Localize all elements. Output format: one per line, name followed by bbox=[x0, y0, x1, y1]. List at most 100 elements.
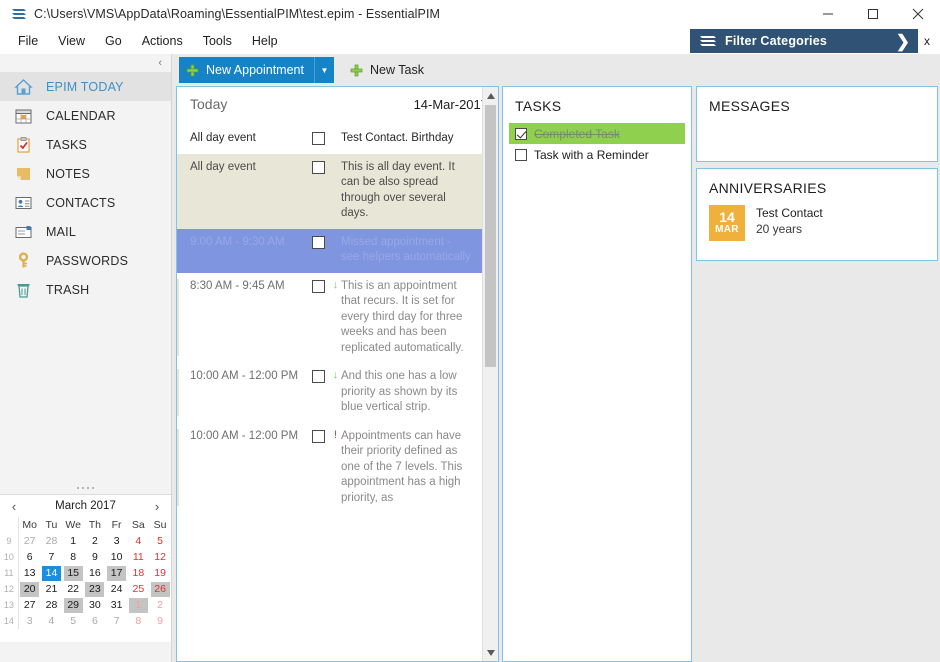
prev-month-button[interactable]: ‹ bbox=[6, 499, 22, 514]
calendar-day-cell[interactable]: 18 bbox=[127, 565, 149, 581]
sidebar-collapse-button[interactable]: ‹ bbox=[0, 54, 171, 72]
menu-item-file[interactable]: File bbox=[8, 31, 48, 51]
calendar-day-cell[interactable]: 8 bbox=[62, 549, 84, 565]
week-number[interactable]: 13 bbox=[0, 597, 19, 613]
sidebar-item-passwords[interactable]: PASSWORDS bbox=[0, 246, 171, 275]
calendar-day-cell[interactable]: 5 bbox=[62, 613, 84, 629]
task-checkbox[interactable] bbox=[515, 148, 527, 161]
calendar-day-cell[interactable]: 25 bbox=[127, 581, 149, 597]
appointment-row[interactable]: All day event Test Contact. Birthday bbox=[177, 125, 482, 154]
sidebar-splitter[interactable] bbox=[0, 482, 171, 494]
sidebar-item-epim-today[interactable]: EPIM TODAY bbox=[0, 72, 171, 101]
appointment-checkbox[interactable] bbox=[312, 279, 325, 293]
filter-close-icon[interactable]: x bbox=[918, 29, 936, 53]
menu-item-tools[interactable]: Tools bbox=[193, 31, 242, 51]
week-number[interactable]: 9 bbox=[0, 533, 19, 549]
calendar-day-cell[interactable]: 20 bbox=[18, 581, 40, 597]
appointment-row[interactable]: 10:00 AM - 12:00 PM ↓ And this one has a l… bbox=[177, 363, 482, 423]
task-row[interactable]: Task with a Reminder bbox=[509, 144, 685, 165]
calendar-day-cell[interactable]: 4 bbox=[127, 533, 149, 549]
sidebar-item-mail[interactable]: MAIL bbox=[0, 217, 171, 246]
week-number[interactable]: 11 bbox=[0, 565, 19, 581]
calendar-day-cell[interactable]: 7 bbox=[41, 549, 63, 565]
anniversary-row[interactable]: 14 MAR Test Contact 20 years bbox=[697, 205, 937, 241]
appointment-row[interactable]: 9:00 AM - 9:30 AM Missed appointment - se… bbox=[177, 228, 482, 273]
calendar-day-cell[interactable]: 1 bbox=[62, 533, 84, 549]
appointment-checkbox[interactable] bbox=[312, 429, 325, 443]
calendar-day-cell[interactable]: 13 bbox=[18, 565, 40, 581]
sidebar-item-contacts[interactable]: CONTACTS bbox=[0, 188, 171, 217]
appointment-checkbox[interactable] bbox=[312, 132, 325, 145]
appointment-row[interactable]: 10:00 AM - 12:00 PM! Appointments can hav… bbox=[177, 422, 482, 513]
calendar-day-cell[interactable]: 19 bbox=[149, 565, 171, 581]
appointment-checkbox[interactable] bbox=[312, 160, 325, 174]
calendar-day-cell[interactable]: 29 bbox=[62, 597, 84, 613]
calendar-day-cell[interactable]: 9 bbox=[149, 613, 171, 629]
calendar-day-cell[interactable]: 28 bbox=[41, 533, 63, 549]
new-appointment-dropdown-button[interactable]: ▼ bbox=[313, 57, 334, 83]
appointments-scrollbar[interactable] bbox=[482, 87, 498, 661]
calendar-day-cell[interactable]: 23 bbox=[84, 581, 106, 597]
menu-item-help[interactable]: Help bbox=[242, 31, 288, 51]
chevron-right-icon[interactable]: ❯ bbox=[896, 33, 910, 50]
calendar-day-cell[interactable]: 27 bbox=[18, 597, 40, 613]
week-number[interactable]: 10 bbox=[0, 549, 19, 565]
menu-item-go[interactable]: Go bbox=[95, 31, 132, 51]
appointment-checkbox[interactable] bbox=[312, 235, 325, 249]
appointment-row[interactable]: 8:30 AM - 9:45 AM ↓ This is an appointment… bbox=[177, 272, 482, 363]
calendar-day-cell[interactable]: 24 bbox=[106, 581, 128, 597]
next-month-button[interactable]: › bbox=[149, 499, 165, 514]
calendar-day-cell[interactable]: 30 bbox=[84, 597, 106, 613]
calendar-day-cell[interactable]: 11 bbox=[127, 549, 149, 565]
calendar-day-cell[interactable]: 9 bbox=[84, 549, 106, 565]
calendar-day-cell[interactable]: 2 bbox=[84, 533, 106, 549]
calendar-day-cell[interactable]: 12 bbox=[149, 549, 171, 565]
calendar-day-cell[interactable]: 6 bbox=[84, 613, 106, 629]
calendar-day-cell[interactable]: 10 bbox=[106, 549, 128, 565]
menu-item-view[interactable]: View bbox=[48, 31, 95, 51]
calendar-day-cell[interactable]: 26 bbox=[149, 581, 171, 597]
calendar-day-cell[interactable]: 21 bbox=[41, 581, 63, 597]
calendar-day-number: 28 bbox=[45, 598, 58, 611]
appointment-checkbox[interactable] bbox=[312, 370, 325, 383]
maximize-button[interactable] bbox=[850, 0, 895, 28]
calendar-day-cell[interactable]: 17 bbox=[106, 565, 128, 581]
menu-item-actions[interactable]: Actions bbox=[132, 31, 193, 51]
calendar-day-cell[interactable]: 22 bbox=[62, 581, 84, 597]
calendar-day-cell[interactable]: 4 bbox=[41, 613, 63, 629]
task-checkbox[interactable] bbox=[515, 127, 527, 140]
calendar-day-cell[interactable]: 15 bbox=[62, 565, 84, 581]
calendar-day-cell[interactable]: 27 bbox=[18, 533, 40, 549]
calendar-day-cell[interactable]: 31 bbox=[106, 597, 128, 613]
appointment-row[interactable]: All day event This is all day event. It c… bbox=[177, 153, 482, 229]
anniversaries-list[interactable]: 14 MAR Test Contact 20 years bbox=[697, 205, 937, 241]
sidebar-item-notes[interactable]: NOTES bbox=[0, 159, 171, 188]
filter-categories-banner[interactable]: Filter Categories ❯ bbox=[690, 29, 918, 53]
close-button[interactable] bbox=[895, 0, 940, 28]
scroll-up-button[interactable] bbox=[483, 87, 498, 104]
week-number[interactable]: 12 bbox=[0, 581, 19, 597]
calendar-day-cell[interactable]: 3 bbox=[18, 613, 40, 629]
tasks-list[interactable]: Completed Task Task with a Reminder bbox=[503, 123, 691, 165]
calendar-day-cell[interactable]: 1 bbox=[127, 597, 149, 613]
new-appointment-button[interactable]: New Appointment bbox=[179, 57, 314, 83]
calendar-day-cell[interactable]: 3 bbox=[106, 533, 128, 549]
sidebar-item-calendar[interactable]: CALENDAR bbox=[0, 101, 171, 130]
new-task-button[interactable]: New Task bbox=[340, 57, 434, 83]
scrollbar-thumb[interactable] bbox=[485, 105, 496, 367]
calendar-day-cell[interactable]: 5 bbox=[149, 533, 171, 549]
calendar-day-cell[interactable]: 16 bbox=[84, 565, 106, 581]
sidebar-item-trash[interactable]: TRASH bbox=[0, 275, 171, 304]
calendar-day-cell[interactable]: 14 bbox=[41, 565, 63, 581]
task-row[interactable]: Completed Task bbox=[509, 123, 685, 144]
week-number[interactable]: 14 bbox=[0, 613, 19, 629]
appointments-list[interactable]: All day event Test Contact. Birthday All d… bbox=[177, 125, 482, 661]
calendar-day-cell[interactable]: 2 bbox=[149, 597, 171, 613]
calendar-day-cell[interactable]: 8 bbox=[127, 613, 149, 629]
scroll-down-button[interactable] bbox=[483, 644, 498, 661]
sidebar-item-tasks[interactable]: TASKS bbox=[0, 130, 171, 159]
calendar-day-cell[interactable]: 6 bbox=[18, 549, 40, 565]
calendar-day-cell[interactable]: 7 bbox=[106, 613, 128, 629]
calendar-day-cell[interactable]: 28 bbox=[41, 597, 63, 613]
minimize-button[interactable] bbox=[805, 0, 850, 28]
